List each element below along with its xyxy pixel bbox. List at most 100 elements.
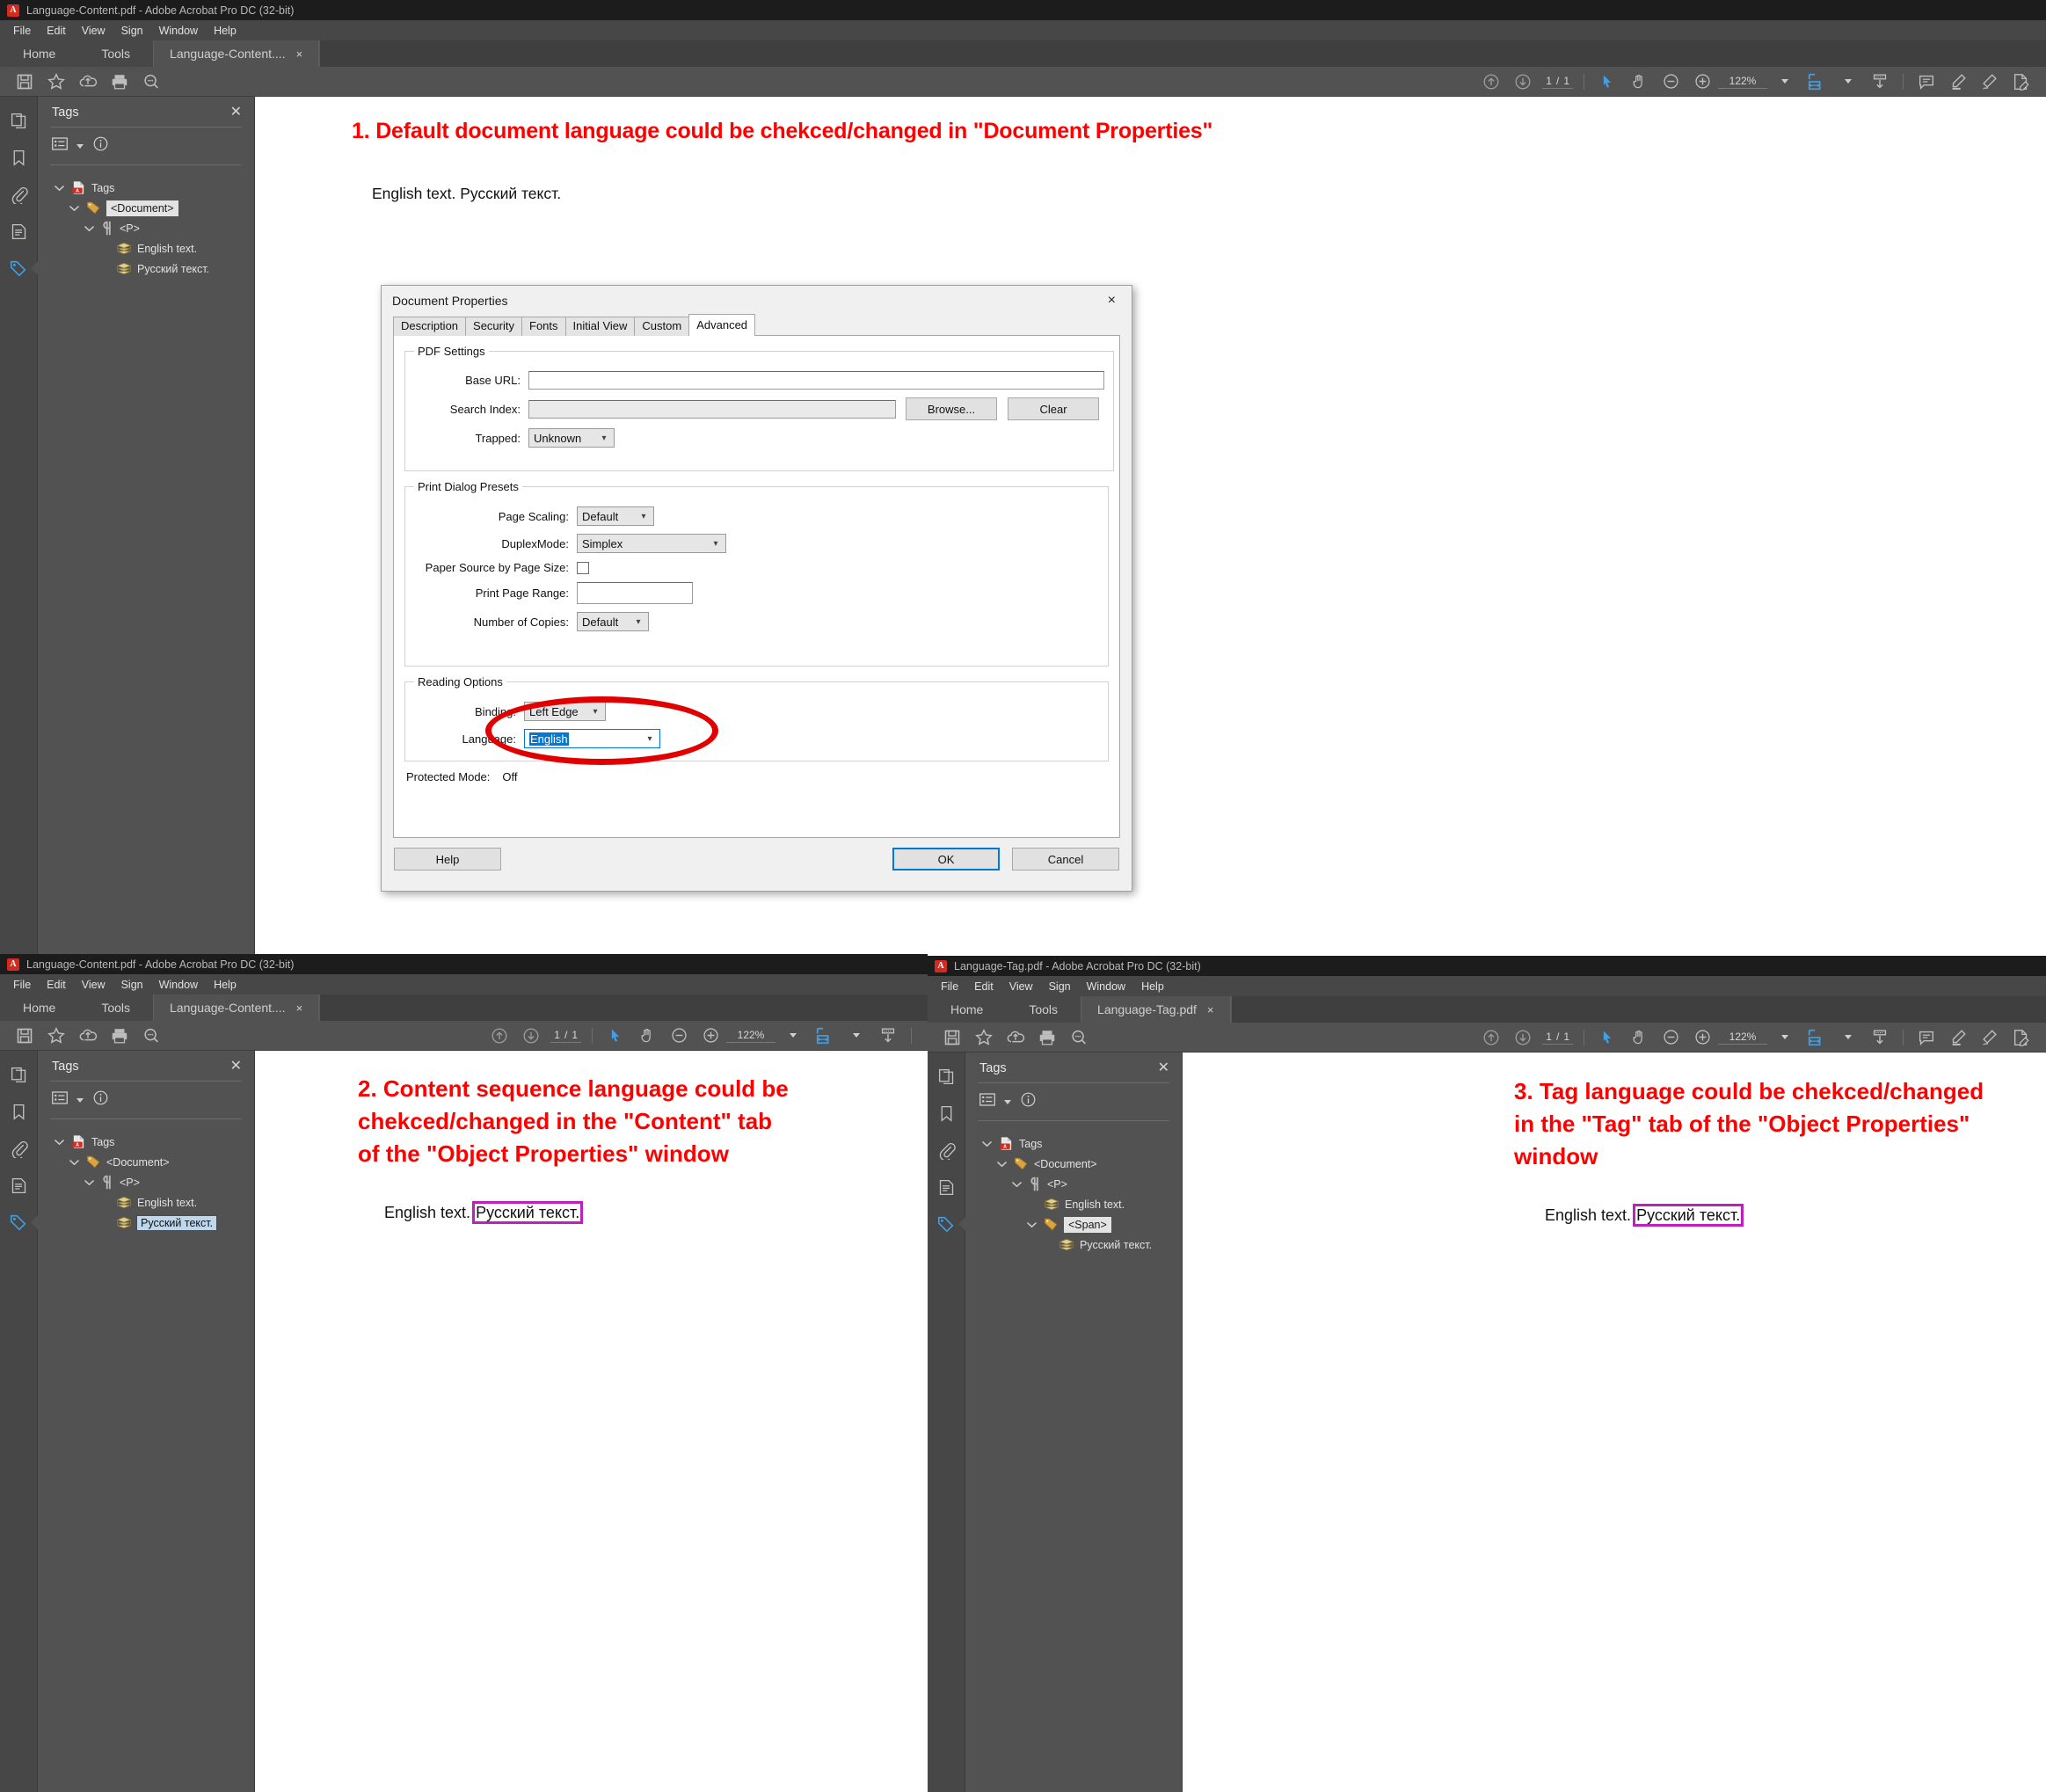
zoom-dropdown-icon[interactable] <box>1769 69 1801 95</box>
tab-document[interactable]: Language-Content.... × <box>153 40 320 67</box>
content-panel-icon[interactable] <box>7 1174 30 1197</box>
comment-icon[interactable] <box>1911 69 1942 95</box>
trapped-select[interactable]: Unknown ▾ <box>528 428 615 448</box>
tab-tools[interactable]: Tools <box>78 994 153 1021</box>
base-url-input[interactable] <box>528 371 1104 390</box>
page-thumbnails-icon[interactable] <box>7 1063 30 1086</box>
tab-tools[interactable]: Tools <box>1006 996 1081 1023</box>
options-dropdown-icon[interactable] <box>76 143 84 149</box>
highlight-icon[interactable] <box>1942 69 1974 95</box>
tags-tree-row[interactable]: <Span> <box>979 1214 1182 1235</box>
tags-tree-row[interactable]: A Tags <box>52 1132 254 1152</box>
tags-tree-row[interactable]: <P> <box>52 1172 254 1192</box>
info-icon[interactable] <box>92 1089 109 1111</box>
menu-sign[interactable]: Sign <box>1041 979 1079 994</box>
hand-tool-icon[interactable] <box>1623 69 1655 95</box>
menu-edit[interactable]: Edit <box>39 977 74 993</box>
menu-file[interactable]: File <box>5 23 39 39</box>
next-page-icon[interactable] <box>515 1023 547 1049</box>
print-range-input[interactable] <box>577 582 693 604</box>
scroll-mode-icon[interactable] <box>872 1023 904 1049</box>
ok-button[interactable]: OK <box>892 848 1000 871</box>
chevron-down-icon[interactable] <box>82 225 96 232</box>
hand-tool-icon[interactable] <box>631 1023 663 1049</box>
menu-file[interactable]: File <box>5 977 39 993</box>
bookmarks-icon[interactable] <box>7 1100 30 1123</box>
page-number-field[interactable]: 1 / 1 <box>550 1028 581 1043</box>
tab-initial-view[interactable]: Initial View <box>564 316 636 336</box>
language-select[interactable]: English ▾ <box>524 729 660 748</box>
zoom-in-icon[interactable] <box>695 1023 726 1049</box>
zoom-out-icon[interactable] <box>663 1023 695 1049</box>
tab-document[interactable]: Language-Content.... × <box>153 994 320 1021</box>
comment-icon[interactable] <box>1911 1024 1942 1051</box>
previous-page-icon[interactable] <box>1475 69 1507 95</box>
search-icon[interactable] <box>1063 1024 1095 1051</box>
fit-page-icon[interactable] <box>809 1023 841 1049</box>
menu-window[interactable]: Window <box>151 23 206 39</box>
tags-tree-row[interactable]: <P> <box>52 218 254 238</box>
page-thumbnails-icon[interactable] <box>935 1065 957 1088</box>
info-icon[interactable] <box>1020 1091 1037 1112</box>
search-index-input[interactable] <box>528 399 896 419</box>
zoom-in-icon[interactable] <box>1686 1024 1718 1051</box>
attachments-icon[interactable] <box>7 183 30 206</box>
binding-select[interactable]: Left Edge ▾ <box>524 702 606 721</box>
page-number-field[interactable]: 1 / 1 <box>1542 74 1573 89</box>
previous-page-icon[interactable] <box>1475 1024 1507 1051</box>
menu-sign[interactable]: Sign <box>113 23 151 39</box>
tags-tree-row[interactable]: <Document> <box>52 1152 254 1172</box>
fit-page-icon[interactable] <box>1801 69 1832 95</box>
chevron-down-icon[interactable] <box>52 185 66 192</box>
window-2-page-view[interactable]: 2. Content sequence language could be ch… <box>255 1051 928 1792</box>
cloud-upload-icon[interactable] <box>72 69 104 95</box>
page-number-field[interactable]: 1 / 1 <box>1542 1030 1573 1045</box>
sign-icon[interactable] <box>1974 69 2006 95</box>
print-icon[interactable] <box>1031 1024 1063 1051</box>
save-icon[interactable] <box>936 1024 968 1051</box>
tab-home[interactable]: Home <box>928 996 1006 1023</box>
zoom-dropdown-icon[interactable] <box>1769 1024 1801 1051</box>
chevron-down-icon[interactable] <box>979 1140 994 1147</box>
tags-tree-row[interactable]: English text. <box>52 1192 254 1213</box>
search-icon[interactable] <box>135 1023 167 1049</box>
select-tool-icon[interactable] <box>1591 1024 1623 1051</box>
save-icon[interactable] <box>9 1023 40 1049</box>
window-3-page-view[interactable]: 3. Tag language could be chekced/changed… <box>1183 1053 2046 1792</box>
close-icon[interactable]: × <box>296 47 303 61</box>
select-tool-icon[interactable] <box>1591 69 1623 95</box>
zoom-level-value[interactable]: 122% <box>1718 1030 1767 1045</box>
scroll-mode-icon[interactable] <box>1864 69 1896 95</box>
print-icon[interactable] <box>104 69 135 95</box>
options-dropdown-icon[interactable] <box>1004 1099 1011 1104</box>
chevron-down-icon[interactable] <box>994 1161 1008 1168</box>
info-icon[interactable] <box>92 135 109 157</box>
zoom-out-icon[interactable] <box>1655 69 1686 95</box>
highlight-icon[interactable] <box>1942 1024 1974 1051</box>
close-icon[interactable]: × <box>1097 289 1126 312</box>
cloud-upload-icon[interactable] <box>1000 1024 1031 1051</box>
duplex-mode-select[interactable]: Simplex ▾ <box>577 534 726 553</box>
tags-panel-icon[interactable] <box>935 1213 957 1235</box>
tags-tree-row[interactable]: A Tags <box>52 178 254 198</box>
tab-advanced[interactable]: Advanced <box>688 313 756 336</box>
tags-panel-icon[interactable] <box>7 1211 30 1234</box>
menu-file[interactable]: File <box>933 979 966 994</box>
menu-edit[interactable]: Edit <box>39 23 74 39</box>
next-page-icon[interactable] <box>1507 69 1539 95</box>
tags-tree-row[interactable]: English text. <box>979 1194 1182 1214</box>
search-icon[interactable] <box>135 69 167 95</box>
menu-view[interactable]: View <box>74 977 113 993</box>
tags-panel-close-icon[interactable]: ✕ <box>230 106 242 120</box>
tags-tree-row[interactable]: Русский текст. <box>52 259 254 279</box>
tab-home[interactable]: Home <box>0 994 78 1021</box>
bookmarks-icon[interactable] <box>7 146 30 169</box>
help-button[interactable]: Help <box>394 848 501 871</box>
tab-fonts[interactable]: Fonts <box>521 316 566 336</box>
zoom-level-value[interactable]: 122% <box>726 1028 775 1043</box>
menu-window[interactable]: Window <box>1079 979 1133 994</box>
previous-page-icon[interactable] <box>484 1023 515 1049</box>
tags-tree-row[interactable]: Русский текст. <box>979 1235 1182 1255</box>
star-icon[interactable] <box>968 1024 1000 1051</box>
tags-tree-row[interactable]: <P> <box>979 1174 1182 1194</box>
